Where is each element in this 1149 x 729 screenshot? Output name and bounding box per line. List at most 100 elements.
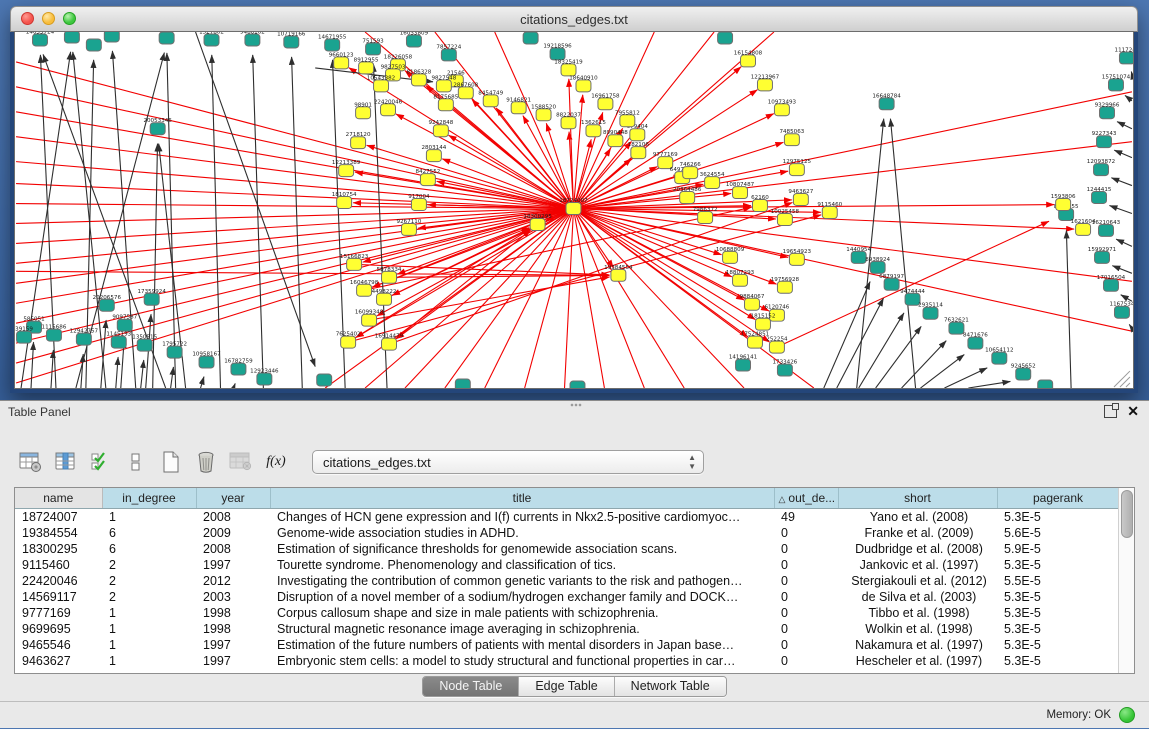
graph-node[interactable]	[351, 137, 366, 149]
graph-node[interactable]	[455, 379, 470, 388]
cell-title[interactable]: Embryonic stem cells: a model to study s…	[270, 653, 774, 669]
graph-node[interactable]	[698, 211, 713, 223]
graph-node[interactable]	[420, 174, 435, 186]
cell-title[interactable]: Disruption of a novel member of a sodium…	[270, 589, 774, 605]
column-header-name[interactable]: name	[15, 488, 102, 509]
column-header-in_degree[interactable]: in_degree	[102, 488, 196, 509]
graph-node[interactable]	[1100, 107, 1115, 119]
function-builder-button[interactable]: f(x)	[263, 449, 289, 475]
network-view[interactable]: 1405572420891406106532871527602946616210…	[14, 31, 1134, 389]
graph-node[interactable]	[382, 338, 397, 350]
cell-name[interactable]: 18300295	[15, 541, 102, 557]
cell-pagerank[interactable]: 5.3E-5	[997, 589, 1119, 605]
graph-node[interactable]	[718, 32, 733, 44]
zoom-window-button[interactable]	[63, 12, 76, 25]
graph-node[interactable]	[523, 32, 538, 44]
graph-node[interactable]	[438, 99, 453, 111]
table-settings-button[interactable]	[18, 449, 44, 475]
table-row[interactable]: 1830029562008Estimation of significance …	[15, 541, 1119, 557]
table-row[interactable]: 1872400712008Changes of HCN gene express…	[15, 509, 1119, 526]
graph-node[interactable]	[598, 98, 613, 110]
graph-node[interactable]	[576, 80, 591, 92]
cell-name[interactable]: 9465546	[15, 637, 102, 653]
graph-node[interactable]	[341, 336, 356, 348]
cell-short[interactable]: Stergiakouli et al. (2012)	[838, 573, 997, 589]
float-panel-icon[interactable]	[1104, 405, 1117, 418]
graph-node[interactable]	[458, 87, 473, 99]
graph-node[interactable]	[1099, 224, 1114, 236]
graph-node[interactable]	[401, 223, 416, 235]
cell-in_degree[interactable]: 1	[102, 509, 196, 526]
graph-node[interactable]	[630, 129, 645, 141]
resize-grip-icon[interactable]	[1120, 377, 1130, 387]
graph-node[interactable]	[1108, 79, 1123, 91]
table-row[interactable]: 1456911722003Disruption of a novel membe…	[15, 589, 1119, 605]
cell-out[interactable]: 0	[774, 637, 838, 653]
cell-pagerank[interactable]: 5.6E-5	[997, 525, 1119, 541]
cell-year[interactable]: 1998	[196, 621, 270, 637]
graph-node[interactable]	[748, 336, 763, 348]
graph-node[interactable]	[1104, 279, 1119, 291]
graph-node[interactable]	[774, 104, 789, 116]
graph-node[interactable]	[64, 32, 79, 43]
cell-out[interactable]: 0	[774, 589, 838, 605]
graph-node[interactable]	[566, 203, 581, 215]
cell-in_degree[interactable]: 6	[102, 541, 196, 557]
graph-node[interactable]	[167, 346, 182, 358]
column-header-year[interactable]: year	[196, 488, 270, 509]
graph-node[interactable]	[231, 363, 246, 375]
graph-node[interactable]	[339, 165, 354, 177]
graph-node[interactable]	[733, 187, 748, 199]
graph-node[interactable]	[357, 284, 372, 296]
minimize-window-button[interactable]	[42, 12, 55, 25]
cell-short[interactable]: Franke et al. (2009)	[838, 525, 997, 541]
cell-pagerank[interactable]: 5.9E-5	[997, 541, 1119, 557]
tab-network-table[interactable]: Network Table	[615, 677, 726, 696]
graph-node[interactable]	[111, 336, 126, 348]
graph-node[interactable]	[86, 39, 101, 51]
cell-name[interactable]: 9699695	[15, 621, 102, 637]
cell-short[interactable]: Nakamura et al. (1997)	[838, 637, 997, 653]
close-window-button[interactable]	[21, 12, 34, 25]
cell-short[interactable]: Yano et al. (2008)	[838, 509, 997, 526]
graph-node[interactable]	[436, 80, 451, 92]
graph-node[interactable]	[362, 314, 377, 326]
table-row[interactable]: 1938455462009Genome-wide association stu…	[15, 525, 1119, 541]
cell-short[interactable]: Wolkin et al. (1998)	[838, 621, 997, 637]
cell-out[interactable]: 0	[774, 525, 838, 541]
graph-node[interactable]	[204, 34, 219, 46]
cell-year[interactable]: 2008	[196, 509, 270, 526]
graph-node[interactable]	[1095, 251, 1110, 263]
panel-splitter-handle[interactable]	[570, 403, 582, 407]
column-header-title[interactable]: title	[270, 488, 774, 509]
column-visibility-button[interactable]	[53, 449, 79, 475]
graph-node[interactable]	[561, 117, 576, 129]
graph-node[interactable]	[1038, 380, 1053, 388]
graph-node[interactable]	[949, 322, 964, 334]
cell-out[interactable]: 0	[774, 605, 838, 621]
graph-node[interactable]	[347, 258, 362, 270]
cell-in_degree[interactable]: 2	[102, 573, 196, 589]
graph-node[interactable]	[334, 57, 349, 69]
cell-title[interactable]: Investigating the contribution of common…	[270, 573, 774, 589]
graph-node[interactable]	[381, 104, 396, 116]
table-row[interactable]: 969969511998Structural magnetic resonanc…	[15, 621, 1119, 637]
graph-node[interactable]	[199, 356, 214, 368]
cell-year[interactable]: 1997	[196, 653, 270, 669]
graph-node[interactable]	[411, 199, 426, 211]
column-header-pagerank[interactable]: pagerank	[997, 488, 1119, 509]
cell-title[interactable]: Changes of HCN gene expression and I(f) …	[270, 509, 774, 526]
cell-name[interactable]: 18724007	[15, 509, 102, 526]
graph-node[interactable]	[245, 34, 260, 46]
graph-node[interactable]	[382, 271, 397, 283]
new-table-button[interactable]	[158, 449, 184, 475]
graph-node[interactable]	[757, 79, 772, 91]
graph-node[interactable]	[1076, 223, 1091, 235]
cell-pagerank[interactable]: 5.3E-5	[997, 557, 1119, 573]
table-selector-combo[interactable]: citations_edges.txt ▲▼	[312, 450, 704, 474]
graph-node[interactable]	[46, 329, 61, 341]
tab-node-table[interactable]: Node Table	[423, 677, 519, 696]
table-vertical-scrollbar[interactable]	[1118, 488, 1134, 673]
cell-out[interactable]: 0	[774, 653, 838, 669]
cell-out[interactable]: 0	[774, 541, 838, 557]
